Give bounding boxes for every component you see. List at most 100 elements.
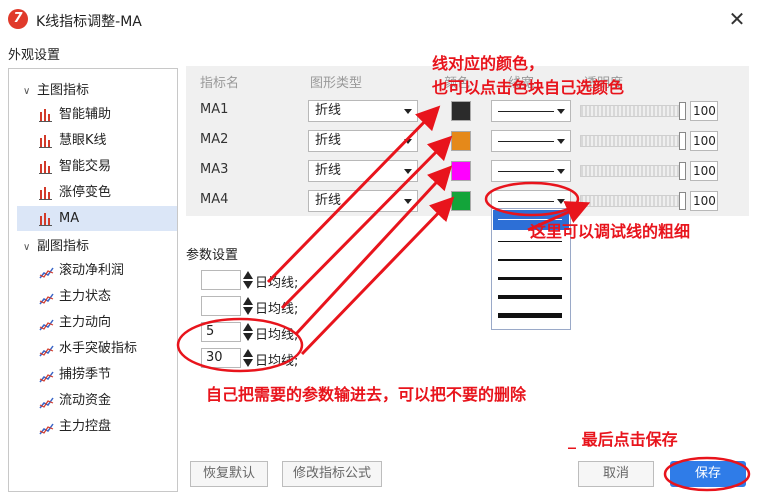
param-suffix-label: 日均线;: [255, 328, 299, 343]
opacity-slider[interactable]: [580, 192, 686, 210]
slider-thumb[interactable]: [679, 192, 686, 210]
spin-up-icon[interactable]: [243, 323, 253, 331]
title-bar: 7 K线指标调整-MA ✕: [0, 0, 757, 38]
param-input[interactable]: 5: [201, 322, 241, 342]
annotation-width-note: 这里可以调试线的粗细: [530, 222, 691, 241]
chevron-down-icon: ∨: [23, 242, 31, 253]
bar-chart-icon: [39, 186, 55, 200]
tree-item-label: 主力状态: [59, 289, 112, 304]
chevron-down-icon: ∨: [23, 86, 31, 97]
opacity-slider[interactable]: [580, 132, 686, 150]
opacity-slider[interactable]: [580, 162, 686, 180]
opacity-value-input[interactable]: 100: [690, 161, 718, 181]
opacity-slider[interactable]: [580, 102, 686, 120]
spin-down-icon[interactable]: [243, 281, 253, 289]
line-width-option-6[interactable]: [498, 313, 562, 318]
indicator-tree: ∨ 主图指标 智能辅助 慧眼K线智能交易涨停变色 MA ∨ 副图指标 滚动净利润主力状态…: [8, 68, 178, 492]
line-chart-icon: [39, 394, 55, 408]
reset-default-button[interactable]: 恢复默认: [190, 461, 268, 487]
spin-down-icon[interactable]: [243, 333, 253, 341]
line-width-preview: [498, 141, 554, 142]
graph-type-select[interactable]: 折线: [308, 160, 418, 182]
bar-chart-icon: [39, 160, 55, 174]
spin-up-icon[interactable]: [243, 297, 253, 305]
graph-type-value: 折线: [315, 163, 342, 178]
tree-item-main[interactable]: MA: [17, 206, 177, 231]
line-chart-icon: [39, 342, 55, 356]
annotation-color-line2: 也可以点击色块自己选颜色: [432, 78, 625, 97]
param-suffix-label: 日均线;: [255, 354, 299, 369]
tree-item-label: MA: [59, 211, 80, 226]
slider-thumb[interactable]: [679, 102, 686, 120]
cancel-button[interactable]: 取消: [578, 461, 654, 487]
color-swatch[interactable]: [451, 191, 471, 211]
indicator-name: MA2: [200, 132, 229, 147]
tree-item-sub[interactable]: 滚动净利润: [17, 258, 177, 283]
color-swatch[interactable]: [451, 161, 471, 181]
line-width-option-3[interactable]: [498, 259, 562, 261]
graph-type-value: 折线: [315, 103, 342, 118]
app-logo-icon: 7: [8, 9, 28, 29]
tree-item-main[interactable]: 智能交易: [17, 154, 177, 179]
spin-up-icon[interactable]: [243, 349, 253, 357]
graph-type-select[interactable]: 折线: [308, 190, 418, 212]
param-spinner[interactable]: [242, 296, 254, 316]
tree-item-label: 智能交易: [59, 159, 112, 174]
param-spinner[interactable]: [242, 348, 254, 368]
tree-item-sub[interactable]: 主力状态: [17, 284, 177, 309]
tree-item-main[interactable]: 智能辅助: [17, 102, 177, 127]
bar-chart-icon: [39, 108, 55, 122]
line-chart-icon: [39, 290, 55, 304]
line-width-select[interactable]: [491, 160, 571, 182]
tree-item-sub[interactable]: 主力控盘: [17, 414, 177, 439]
param-suffix-label: 日均线;: [255, 302, 299, 317]
tree-item-label: 滚动净利润: [59, 263, 125, 278]
tree-item-sub[interactable]: 主力动向: [17, 310, 177, 335]
opacity-value-input[interactable]: 100: [690, 131, 718, 151]
dropdown-arrow-icon: [557, 169, 565, 174]
line-width-select[interactable]: [491, 100, 571, 122]
spin-up-icon[interactable]: [243, 271, 253, 279]
line-width-preview: [498, 201, 554, 202]
color-swatch[interactable]: [451, 131, 471, 151]
line-width-option-2[interactable]: [498, 241, 562, 242]
close-button[interactable]: ✕: [725, 7, 749, 31]
param-input[interactable]: [201, 296, 241, 316]
param-spinner[interactable]: [242, 270, 254, 290]
graph-type-select[interactable]: 折线: [308, 100, 418, 122]
edit-formula-button[interactable]: 修改指标公式: [282, 461, 382, 487]
line-width-option-5[interactable]: [498, 295, 562, 299]
line-width-option-1[interactable]: [498, 219, 562, 220]
column-header-name: 指标名: [200, 76, 240, 91]
tree-item-sub[interactable]: 水手突破指标: [17, 336, 177, 361]
graph-type-select[interactable]: 折线: [308, 130, 418, 152]
tree-item-label: 主力控盘: [59, 419, 112, 434]
slider-thumb[interactable]: [679, 162, 686, 180]
slider-thumb[interactable]: [679, 132, 686, 150]
line-width-option-4[interactable]: [498, 277, 562, 280]
param-input[interactable]: 30: [201, 348, 241, 368]
params-title: 参数设置: [186, 248, 239, 263]
tree-group-main[interactable]: ∨ 主图指标: [23, 79, 89, 98]
opacity-value-input[interactable]: 100: [690, 101, 718, 121]
tree-item-sub[interactable]: 流动资金: [17, 388, 177, 413]
tree-item-main[interactable]: 慧眼K线: [17, 128, 177, 153]
annotation-color-line1: 线对应的颜色，: [432, 54, 545, 73]
tree-item-label: 主力动向: [59, 315, 112, 330]
spin-down-icon[interactable]: [243, 359, 253, 367]
tree-group-sub[interactable]: ∨ 副图指标: [23, 235, 89, 254]
dropdown-arrow-icon: [557, 199, 565, 204]
indicator-name: MA4: [200, 192, 229, 207]
opacity-value-input[interactable]: 100: [690, 191, 718, 211]
line-width-select[interactable]: [491, 130, 571, 152]
tree-item-main[interactable]: 涨停变色: [17, 180, 177, 205]
color-swatch[interactable]: [451, 101, 471, 121]
param-input[interactable]: [201, 270, 241, 290]
param-spinner[interactable]: [242, 322, 254, 342]
bar-chart-icon: [39, 134, 55, 148]
dropdown-arrow-icon: [557, 139, 565, 144]
tree-item-label: 水手突破指标: [59, 341, 138, 356]
tree-item-sub[interactable]: 捕捞季节: [17, 362, 177, 387]
spin-down-icon[interactable]: [243, 307, 253, 315]
save-button[interactable]: 保存: [670, 461, 746, 487]
